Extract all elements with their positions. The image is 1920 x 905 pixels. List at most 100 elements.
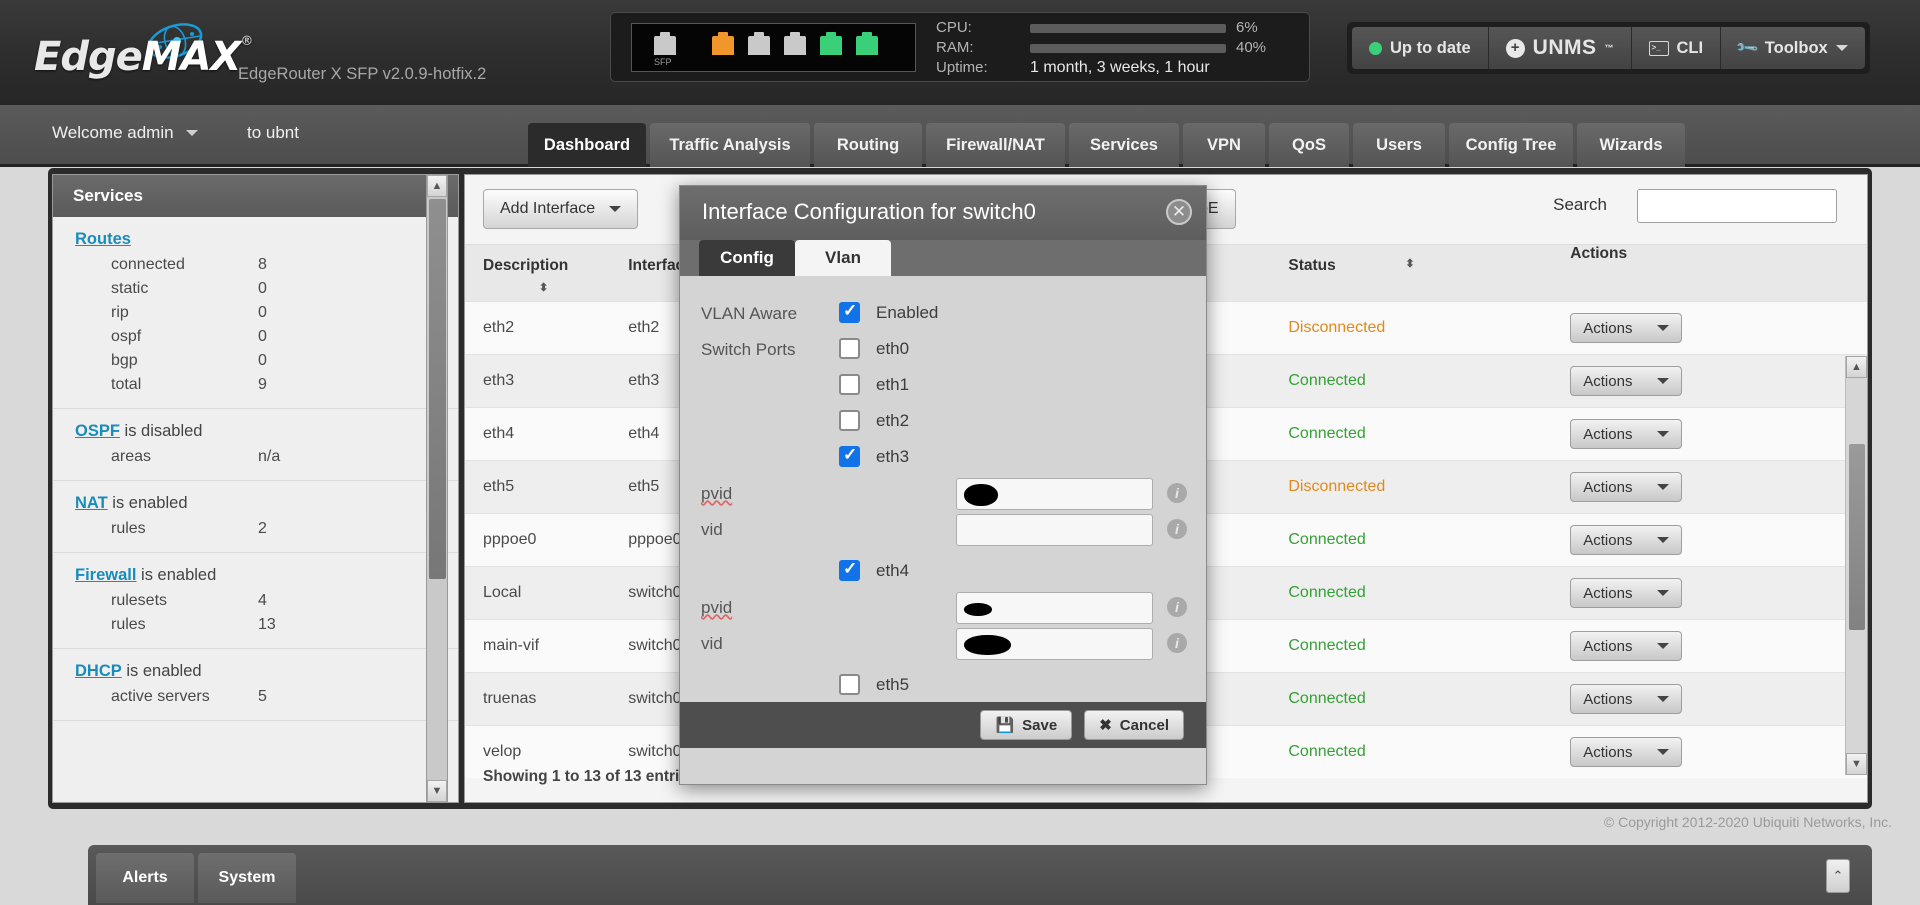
up-to-date-button[interactable]: Up to date	[1352, 27, 1489, 69]
sidebar-link-routes[interactable]: Routes	[75, 230, 131, 248]
cli-button[interactable]: >_ CLI	[1631, 27, 1722, 69]
switch-port-row-eth1: eth1	[680, 370, 1206, 406]
row-actions-button[interactable]: Actions	[1570, 684, 1683, 714]
cell-status: Connected	[1288, 725, 1571, 778]
tab-label: Dashboard	[543, 135, 631, 154]
tab-config-tree[interactable]: Config Tree	[1449, 123, 1573, 167]
cell-interface-text: switch0	[628, 584, 682, 601]
row-actions-button[interactable]: Actions	[1570, 525, 1683, 555]
row-actions-label: Actions	[1583, 531, 1633, 549]
checkbox-eth1[interactable]	[839, 374, 860, 395]
sidebar-stat-key: connected	[111, 256, 185, 273]
dialog-tab-config[interactable]: Config	[699, 240, 795, 276]
tab-label: Traffic Analysis	[669, 135, 791, 154]
scroll-down-arrow-icon[interactable]: ▼	[427, 780, 447, 802]
tab-vpn[interactable]: VPN	[1183, 123, 1265, 167]
vlan-aware-checkbox[interactable]	[839, 301, 860, 323]
sidebar-scrollbar[interactable]: ▲ ▼	[426, 174, 448, 803]
sidebar-stat-key: bgp	[111, 352, 138, 369]
cell-status-text: Connected	[1288, 372, 1366, 389]
system-button[interactable]: System	[198, 853, 296, 903]
column-description[interactable]: Description ⬍	[465, 245, 629, 302]
vid-input-eth4[interactable]	[956, 628, 1153, 660]
row-actions-label: Actions	[1583, 372, 1633, 390]
tab-users[interactable]: Users	[1353, 123, 1445, 167]
sidebar-link-firewall[interactable]: Firewall	[75, 566, 136, 584]
cell-status-text: Disconnected	[1288, 319, 1386, 336]
sidebar-stat-value: n/a	[258, 448, 281, 465]
column-status[interactable]: Status ⬍	[1288, 245, 1571, 302]
row-actions-button[interactable]: Actions	[1570, 578, 1683, 608]
pvid-input-eth4[interactable]	[956, 592, 1153, 624]
tab-traffic-analysis[interactable]: Traffic Analysis	[650, 123, 810, 167]
top-bar: EdgeMAX® EdgeRouter X SFP v2.0.9-hotfix.…	[0, 0, 1920, 105]
sidebar-stat-key: rip	[111, 304, 129, 321]
sidebar-stat-row: rules 2	[53, 517, 458, 541]
pvid-input-eth3[interactable]	[956, 478, 1153, 510]
table-scroll-thumb[interactable]	[1849, 444, 1865, 630]
info-icon[interactable]: i	[1167, 483, 1187, 503]
row-actions-button[interactable]: Actions	[1570, 419, 1683, 449]
row-actions-button[interactable]: Actions	[1570, 737, 1683, 767]
alerts-button[interactable]: Alerts	[96, 853, 194, 903]
table-scrollbar[interactable]: ▲ ▼	[1845, 356, 1867, 775]
user-menu[interactable]: Welcome admin	[52, 123, 198, 143]
sidebar-scroll-thumb[interactable]	[429, 199, 446, 579]
row-actions-button[interactable]: Actions	[1570, 313, 1683, 343]
cancel-button[interactable]: ✖ Cancel	[1084, 710, 1184, 740]
cell-status: Connected	[1288, 354, 1571, 408]
tab-label: VPN	[1207, 135, 1241, 154]
checkbox-eth2[interactable]	[839, 410, 860, 431]
vid-input-eth3[interactable]	[956, 514, 1153, 546]
info-icon[interactable]: i	[1167, 597, 1187, 617]
tab-dashboard[interactable]: Dashboard	[528, 123, 646, 167]
tab-label: Firewall/NAT	[946, 135, 1045, 154]
tab-firewall-nat[interactable]: Firewall/NAT	[926, 123, 1065, 167]
scroll-down-arrow-icon[interactable]: ▼	[1846, 753, 1867, 775]
close-icon[interactable]: ✕	[1166, 199, 1192, 225]
top-action-buttons: Up to date + UNMS ™ >_ CLI 🔧 Toolbox	[1347, 22, 1870, 74]
dialog-title: Interface Configuration for switch0	[702, 199, 1036, 224]
checkbox-eth4[interactable]	[839, 559, 860, 581]
chevron-down-icon	[1657, 431, 1670, 437]
sidebar-link-dhcp[interactable]: DHCP	[75, 662, 122, 680]
info-icon[interactable]: i	[1167, 519, 1187, 539]
tab-services[interactable]: Services	[1069, 123, 1179, 167]
sidebar-link-nat[interactable]: NAT	[75, 494, 108, 512]
sidebar-stat-row: rulesets 4	[53, 589, 458, 613]
info-icon[interactable]: i	[1167, 633, 1187, 653]
scroll-up-arrow-icon[interactable]: ▲	[427, 175, 447, 197]
sort-both-icon[interactable]: ⬍	[1405, 259, 1414, 270]
bottom-bar: Alerts System ⌃	[88, 845, 1872, 905]
row-actions-button[interactable]: Actions	[1570, 472, 1683, 502]
sidebar-stat-row: bgp 0	[53, 349, 458, 373]
cell-actions: Actions	[1570, 460, 1867, 514]
row-actions-button[interactable]: Actions	[1570, 366, 1683, 396]
checkbox-eth5[interactable]	[839, 674, 860, 695]
save-button[interactable]: 💾 Save	[980, 710, 1073, 740]
sidebar-stat-key: static	[111, 280, 149, 297]
toolbox-button[interactable]: 🔧 Toolbox	[1721, 27, 1865, 69]
scroll-up-arrow-icon[interactable]: ▲	[1846, 356, 1867, 378]
cell-status: Connected	[1288, 619, 1571, 673]
tab-wizards[interactable]: Wizards	[1577, 123, 1685, 167]
cell-actions: Actions	[1570, 513, 1867, 567]
sidebar-link-ospf[interactable]: OSPF	[75, 422, 120, 440]
tab-routing[interactable]: Routing	[814, 123, 922, 167]
tab-qos[interactable]: QoS	[1269, 123, 1349, 167]
row-actions-label: Actions	[1583, 690, 1633, 708]
row-actions-button[interactable]: Actions	[1570, 631, 1683, 661]
checkbox-eth3[interactable]	[839, 445, 860, 467]
sidebar-stat-key: ospf	[111, 328, 142, 345]
search-input[interactable]	[1637, 189, 1837, 223]
chevron-down-icon	[1657, 325, 1670, 331]
cell-description-text: eth3	[483, 372, 515, 389]
sidebar-section-title: NAT is enabled	[53, 494, 458, 513]
checkbox-eth0[interactable]	[839, 338, 860, 359]
sort-both-icon[interactable]: ⬍	[539, 283, 548, 294]
sidebar-section-ospf: OSPF is disabled areas n/a	[53, 409, 458, 481]
add-interface-button[interactable]: Add Interface	[483, 189, 639, 229]
collapse-up-icon[interactable]: ⌃	[1826, 859, 1850, 893]
dialog-tab-vlan[interactable]: Vlan	[795, 240, 891, 276]
unms-button[interactable]: + UNMS ™	[1488, 27, 1632, 69]
